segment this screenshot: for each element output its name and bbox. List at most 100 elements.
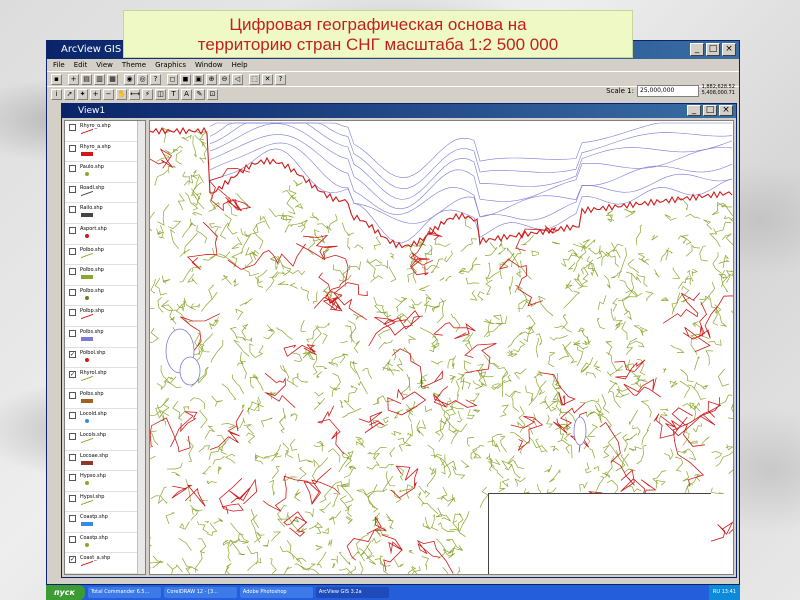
layer-visibility-checkbox[interactable]: ✓ (69, 556, 76, 564)
coastline-contour (209, 122, 733, 200)
minimize-button[interactable]: _ (690, 43, 704, 56)
layer-visibility-checkbox[interactable] (69, 391, 76, 399)
menu-file[interactable]: File (53, 59, 65, 71)
layer-item[interactable]: Roadl.shp (65, 183, 145, 204)
layer-item[interactable]: Hypso.shp (65, 471, 145, 492)
layer-name: Polbs.shp (80, 390, 104, 397)
pointer-icon[interactable]: ➚ (64, 88, 75, 100)
clear-selection-icon[interactable]: ✕ (262, 73, 273, 85)
layer-visibility-checkbox[interactable] (69, 206, 76, 214)
zoom-full-icon[interactable]: ◻ (167, 73, 178, 85)
vertex-edit-icon[interactable]: ✦ (77, 88, 88, 100)
label-icon[interactable]: T (168, 88, 179, 100)
layer-visibility-checkbox[interactable] (69, 494, 76, 502)
task-total-commander[interactable]: Total Commander 6.5... (87, 587, 161, 598)
zoom-active-icon[interactable]: ◼ (180, 73, 191, 85)
toc-scrollbar[interactable] (137, 121, 145, 574)
layer-item[interactable]: Rhyro_o.shp (65, 121, 145, 142)
layer-item[interactable]: ✓Coast_p.shp (65, 574, 145, 575)
view-titlebar[interactable]: View1 _ □ × (62, 104, 736, 118)
zoom-selected-icon[interactable]: ▣ (193, 73, 204, 85)
layer-visibility-checkbox[interactable] (69, 309, 76, 317)
layer-item[interactable]: Polbo.shp (65, 265, 145, 286)
layer-visibility-checkbox[interactable] (69, 288, 76, 296)
area-of-interest-icon[interactable]: ◫ (155, 88, 166, 100)
layer-item[interactable]: Polbp.shp (65, 306, 145, 327)
layer-item[interactable]: Locoae.shp (65, 451, 145, 472)
layer-item[interactable]: Paulo.shp (65, 162, 145, 183)
layer-item[interactable]: Locold.shp (65, 409, 145, 430)
layer-visibility-checkbox[interactable] (69, 144, 76, 152)
layer-visibility-checkbox[interactable] (69, 247, 76, 255)
identify-icon[interactable]: i (51, 88, 62, 100)
layer-item[interactable]: Polbs.shp (65, 389, 145, 410)
layer-visibility-checkbox[interactable] (69, 185, 76, 193)
find-icon[interactable]: ◉ (124, 73, 135, 85)
layer-visibility-checkbox[interactable]: ✓ (69, 350, 76, 358)
scale-input[interactable]: 25,000,000 (637, 85, 699, 97)
locate-icon[interactable]: ◎ (137, 73, 148, 85)
zoom-in-fixed-icon[interactable]: ⊕ (206, 73, 217, 85)
layer-visibility-checkbox[interactable] (69, 226, 76, 234)
legend-editor-icon[interactable]: ▥ (94, 73, 105, 85)
menu-graphics[interactable]: Graphics (155, 59, 186, 71)
layer-visibility-checkbox[interactable] (69, 329, 76, 337)
layer-item[interactable]: Locols.shp (65, 430, 145, 451)
layer-item[interactable]: ✓ Rhyrol.shp (65, 368, 145, 389)
menu-window[interactable]: Window (195, 59, 223, 71)
menu-edit[interactable]: Edit (74, 59, 88, 71)
zoom-out-icon[interactable]: − (103, 88, 114, 100)
measure-icon[interactable]: ⟷ (129, 88, 140, 100)
layer-visibility-checkbox[interactable] (69, 474, 76, 482)
draw-icon[interactable]: ✎ (194, 88, 205, 100)
menu-view[interactable]: View (96, 59, 113, 71)
maximize-button[interactable]: □ (706, 43, 720, 56)
layer-visibility-checkbox[interactable] (69, 453, 76, 461)
table-icon[interactable]: ▦ (107, 73, 118, 85)
zoom-in-icon[interactable]: + (90, 88, 101, 100)
close-button[interactable]: × (722, 43, 736, 56)
layer-visibility-checkbox[interactable] (69, 124, 76, 131)
layer-visibility-checkbox[interactable] (69, 535, 76, 543)
layer-visibility-checkbox[interactable] (69, 515, 76, 523)
view-close-button[interactable]: × (719, 105, 733, 116)
layer-item[interactable]: Polbo.shp (65, 245, 145, 266)
task-photoshop[interactable]: Adobe Photoshop (239, 587, 313, 598)
add-theme-icon[interactable]: + (68, 73, 79, 85)
help-icon[interactable]: ? (275, 73, 286, 85)
zoom-previous-icon[interactable]: ◁ (232, 73, 243, 85)
layer-item[interactable]: Rhyro_a.shp (65, 142, 145, 163)
start-button[interactable]: пуск (46, 585, 85, 600)
layer-item[interactable]: ✓ Coast_a.shp (65, 553, 145, 574)
layer-item[interactable]: Railo.shp (65, 203, 145, 224)
task-arcview[interactable]: ArcView GIS 3.2a (315, 587, 389, 598)
save-icon[interactable]: ▪ (51, 73, 62, 85)
layer-item[interactable]: Polbo.shp (65, 286, 145, 307)
snap-icon[interactable]: ⊡ (207, 88, 218, 100)
map-display[interactable] (149, 120, 734, 575)
layer-item[interactable]: Polbs.shp (65, 327, 145, 348)
task-coreldraw[interactable]: CorelDRAW 12 - [3... (163, 587, 237, 598)
zoom-out-fixed-icon[interactable]: ⊖ (219, 73, 230, 85)
layer-item[interactable]: Coastp.shp (65, 512, 145, 533)
theme-properties-icon[interactable]: ▤ (81, 73, 92, 85)
select-features-icon[interactable]: ⬚ (249, 73, 260, 85)
layer-item[interactable]: Hypsl.shp (65, 492, 145, 513)
text-icon[interactable]: A (181, 88, 192, 100)
layer-visibility-checkbox[interactable] (69, 432, 76, 440)
pan-icon[interactable]: ✋ (116, 88, 127, 100)
layer-symbol-icon (81, 128, 93, 140)
layer-visibility-checkbox[interactable] (69, 268, 76, 276)
view-minimize-button[interactable]: _ (687, 105, 701, 116)
layer-item[interactable]: Asport.shp (65, 224, 145, 245)
layer-visibility-checkbox[interactable] (69, 165, 76, 173)
layer-visibility-checkbox[interactable]: ✓ (69, 371, 76, 379)
view-maximize-button[interactable]: □ (703, 105, 717, 116)
query-builder-icon[interactable]: ? (150, 73, 161, 85)
hotlink-icon[interactable]: ⚡ (142, 88, 153, 100)
layer-item[interactable]: ✓ Polbol.shp (65, 348, 145, 369)
layer-visibility-checkbox[interactable] (69, 412, 76, 420)
menu-help[interactable]: Help (232, 59, 248, 71)
menu-theme[interactable]: Theme (122, 59, 146, 71)
layer-item[interactable]: Coastp.shp (65, 533, 145, 554)
